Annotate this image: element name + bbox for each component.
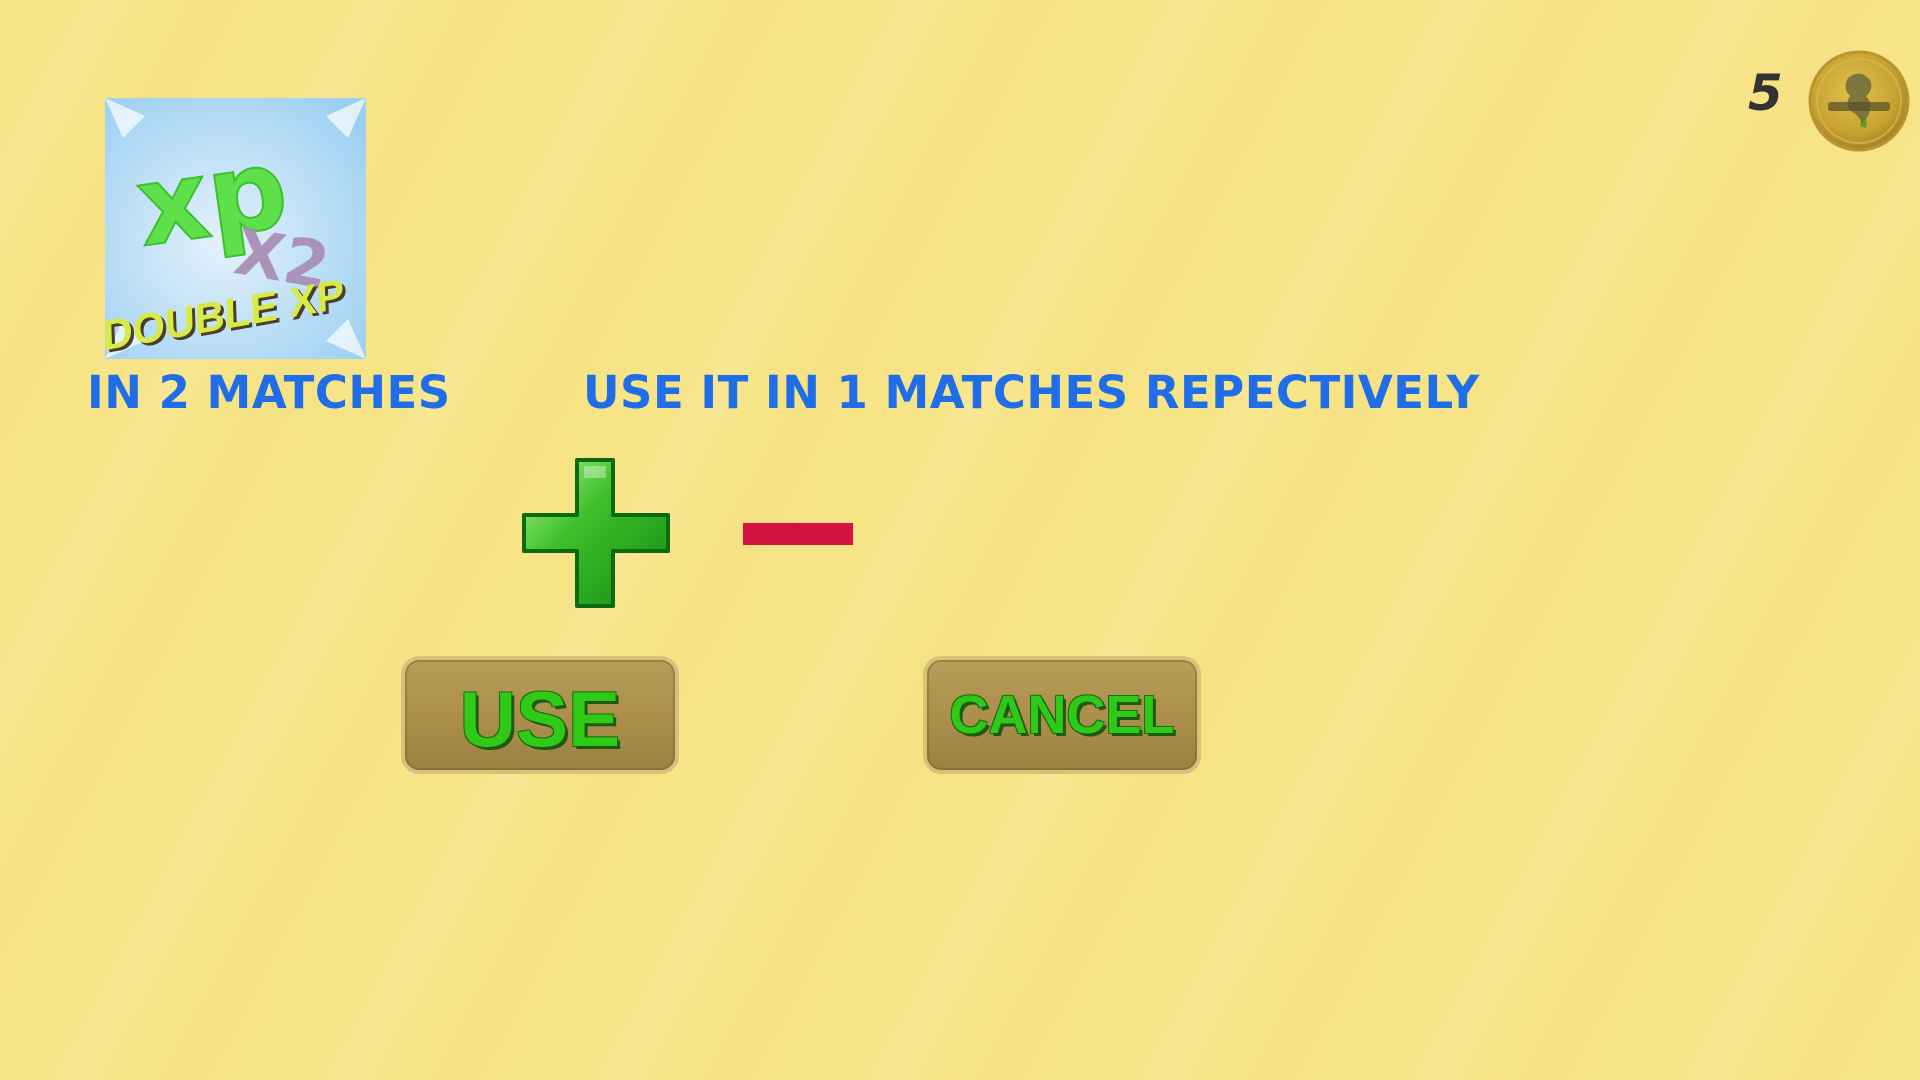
- double-xp-card: xp X2 DOUBLE XP DOUBLE XP: [105, 98, 366, 359]
- owned-matches-label: IN 2 MATCHES: [87, 366, 451, 419]
- coin-icon: [1808, 50, 1910, 152]
- decrease-button[interactable]: [740, 515, 855, 550]
- increase-button[interactable]: [522, 458, 672, 608]
- minus-icon: [743, 523, 853, 545]
- coin-count: 5: [1748, 64, 1783, 122]
- use-button[interactable]: USE: [401, 656, 679, 774]
- use-button-label: USE: [459, 675, 621, 763]
- plus-icon: [522, 458, 670, 608]
- cancel-button[interactable]: CANCEL: [923, 656, 1201, 774]
- cancel-button-label: CANCEL: [949, 685, 1175, 745]
- double-xp-icon: xp X2 DOUBLE XP DOUBLE XP: [105, 98, 366, 359]
- use-count-label: USE IT IN 1 MATCHES REPECTIVELY: [583, 366, 1480, 419]
